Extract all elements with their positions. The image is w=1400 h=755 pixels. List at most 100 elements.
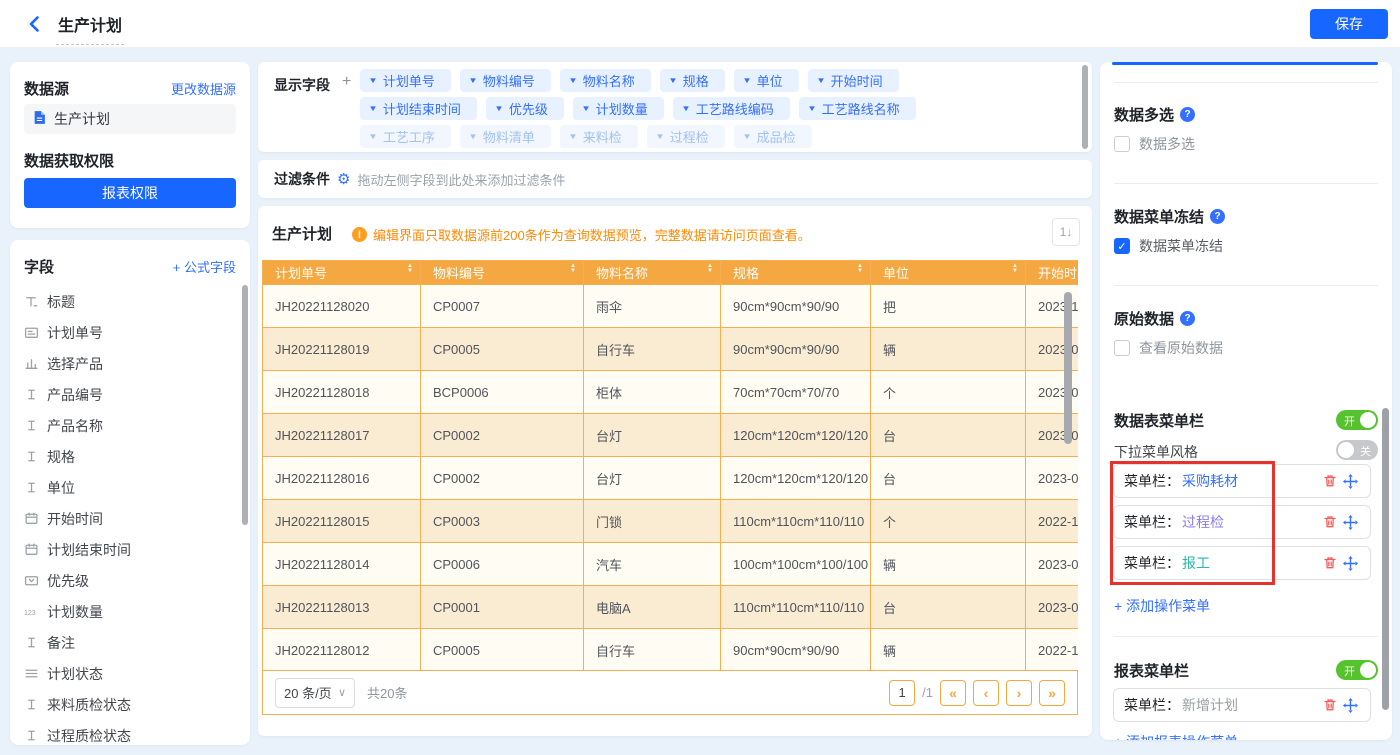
field-label: 开始时间 <box>47 509 103 529</box>
table-row[interactable]: JH20221128014CP0006汽车100cm*100cm*100/100… <box>263 543 1079 586</box>
field-item[interactable]: 备注 <box>24 627 240 658</box>
display-field-tag[interactable]: ▼单位 <box>734 69 799 92</box>
menu-freeze-checkbox-row[interactable]: ✓ 数据菜单冻结 <box>1114 236 1223 256</box>
table-row[interactable]: JH20221128020CP0007雨伞90cm*90cm*90/90把202… <box>263 285 1079 328</box>
add-report-menu-link[interactable]: + 添加报表操作菜单 <box>1114 732 1238 740</box>
display-field-tag[interactable]: ▼物料名称 <box>560 69 651 92</box>
sort-icon[interactable]: ▲▼ <box>857 264 863 274</box>
multi-select-checkbox-row[interactable]: 数据多选 <box>1114 134 1195 154</box>
sort-tool-button[interactable]: 1↓ <box>1052 218 1080 246</box>
display-field-tag[interactable]: ▼规格 <box>660 69 725 92</box>
display-field-tag[interactable]: ▼优先级 <box>486 97 564 120</box>
field-item[interactable]: 优先级 <box>24 565 240 596</box>
last-page-button[interactable]: » <box>1039 680 1065 706</box>
table-column-header[interactable]: 开始时间▲▼ <box>1026 261 1079 285</box>
move-icon[interactable] <box>1340 512 1360 532</box>
table-row[interactable]: JH20221128018BCP0006柜体70cm*70cm*70/70个20… <box>263 371 1079 414</box>
display-field-tag[interactable]: ▼物料编号 <box>460 69 551 92</box>
settings-scrollbar[interactable] <box>1382 408 1389 710</box>
menu-item-name[interactable]: 报工 <box>1182 553 1210 573</box>
display-field-tag[interactable]: ▼计划单号 <box>360 69 451 92</box>
sort-icon[interactable]: ▲▼ <box>407 264 413 274</box>
move-icon[interactable] <box>1340 471 1360 491</box>
page-size-select[interactable]: 20 条/页 ∨ <box>275 678 355 708</box>
field-type-icon <box>24 697 39 712</box>
field-item[interactable]: 123计划数量 <box>24 596 240 627</box>
field-item[interactable]: 计划状态 <box>24 658 240 689</box>
help-icon[interactable]: ? <box>1180 107 1195 122</box>
field-item[interactable]: 计划单号 <box>24 317 240 348</box>
field-item[interactable]: 产品名称 <box>24 410 240 441</box>
move-icon[interactable] <box>1340 553 1360 573</box>
prev-page-button[interactable]: ‹ <box>973 680 999 706</box>
field-item[interactable]: 开始时间 <box>24 503 240 534</box>
fields-scrollbar[interactable] <box>242 285 248 525</box>
table-column-header[interactable]: 物料名称▲▼ <box>584 261 721 285</box>
display-field-tag[interactable]: ▼计划数量 <box>573 97 664 120</box>
table-menu-toggle[interactable]: 开 <box>1336 410 1378 430</box>
sort-icon[interactable]: ▲▼ <box>570 264 576 274</box>
checkbox-checked[interactable]: ✓ <box>1114 238 1130 254</box>
field-label: 规格 <box>47 447 75 467</box>
menu-item-name[interactable]: 过程检 <box>1182 512 1224 532</box>
add-display-field-button[interactable]: + <box>342 73 351 91</box>
help-icon[interactable]: ? <box>1210 209 1225 224</box>
move-icon[interactable] <box>1340 695 1360 715</box>
change-datasource-link[interactable]: 更改数据源 <box>171 79 236 98</box>
display-field-tag[interactable]: ▼开始时间 <box>808 69 899 92</box>
checkbox-unchecked[interactable] <box>1114 136 1130 152</box>
tags-scrollbar[interactable] <box>1082 65 1088 149</box>
delete-icon[interactable] <box>1320 695 1340 715</box>
delete-icon[interactable] <box>1320 553 1340 573</box>
table-row[interactable]: JH20221128017CP0002台灯120cm*120cm*120/120… <box>263 414 1079 457</box>
display-field-tag[interactable]: ▼工艺工序 <box>360 125 451 148</box>
table-cell: JH20221128016 <box>263 457 421 500</box>
field-item[interactable]: 单位 <box>24 472 240 503</box>
table-column-header[interactable]: 物料编号▲▼ <box>421 261 584 285</box>
table-row[interactable]: JH20221128012CP0005自行车90cm*90cm*90/90辆20… <box>263 629 1079 672</box>
field-item[interactable]: 选择产品 <box>24 348 240 379</box>
save-button[interactable]: 保存 <box>1310 9 1388 39</box>
report-menu-toggle[interactable]: 开 <box>1336 660 1378 680</box>
field-item[interactable]: 来料质检状态 <box>24 689 240 720</box>
dropdown-style-toggle[interactable]: 关 <box>1336 440 1378 460</box>
field-item[interactable]: 产品编号 <box>24 379 240 410</box>
menu-item-name[interactable]: 采购耗材 <box>1182 471 1238 491</box>
display-field-tag[interactable]: ▼计划结束时间 <box>360 97 477 120</box>
display-field-tag[interactable]: ▼成品检 <box>734 125 812 148</box>
sort-icon[interactable]: ▲▼ <box>707 264 713 274</box>
table-vertical-scrollbar[interactable] <box>1064 292 1072 444</box>
field-item[interactable]: 计划结束时间 <box>24 534 240 565</box>
table-row[interactable]: JH20221128019CP0005自行车90cm*90cm*90/90辆20… <box>263 328 1079 371</box>
display-field-tag[interactable]: ▼物料清单 <box>460 125 551 148</box>
current-page-box[interactable]: 1 <box>889 680 915 706</box>
add-action-menu-link[interactable]: + 添加操作菜单 <box>1114 596 1210 616</box>
field-item[interactable]: 过程质检状态 <box>24 720 240 745</box>
display-field-tag[interactable]: ▼来料检 <box>560 125 638 148</box>
help-icon[interactable]: ? <box>1180 311 1195 326</box>
table-row[interactable]: JH20221128013CP0001电脑A110cm*110cm*110/11… <box>263 586 1079 629</box>
table-row[interactable]: JH20221128015CP0003门锁110cm*110cm*110/110… <box>263 500 1079 543</box>
display-field-tag[interactable]: ▼过程检 <box>647 125 725 148</box>
sort-icon[interactable]: ▲▼ <box>1012 264 1018 274</box>
display-field-tag[interactable]: ▼工艺路线编码 <box>673 97 790 120</box>
raw-data-checkbox-row[interactable]: 查看原始数据 <box>1114 338 1223 358</box>
report-permission-button[interactable]: 报表权限 <box>24 178 236 208</box>
field-item[interactable]: 规格 <box>24 441 240 472</box>
next-page-button[interactable]: › <box>1006 680 1032 706</box>
first-page-button[interactable]: « <box>940 680 966 706</box>
table-column-header[interactable]: 规格▲▼ <box>721 261 871 285</box>
display-field-tag[interactable]: ▼工艺路线名称 <box>799 97 916 120</box>
field-item[interactable]: 标题 <box>24 286 240 317</box>
table-row[interactable]: JH20221128016CP0002台灯120cm*120cm*120/120… <box>263 457 1079 500</box>
menu-item-name[interactable]: 新增计划 <box>1182 695 1238 715</box>
table-column-header[interactable]: 单位▲▼ <box>871 261 1026 285</box>
delete-icon[interactable] <box>1320 512 1340 532</box>
gear-icon[interactable]: ⚙ <box>337 172 350 187</box>
formula-field-link[interactable]: + 公式字段 <box>173 257 236 276</box>
table-column-header[interactable]: 计划单号▲▼ <box>263 261 421 285</box>
delete-icon[interactable] <box>1320 471 1340 491</box>
checkbox-unchecked[interactable] <box>1114 340 1130 356</box>
datasource-item[interactable]: 生产计划 <box>24 104 236 134</box>
back-icon[interactable] <box>24 13 46 35</box>
